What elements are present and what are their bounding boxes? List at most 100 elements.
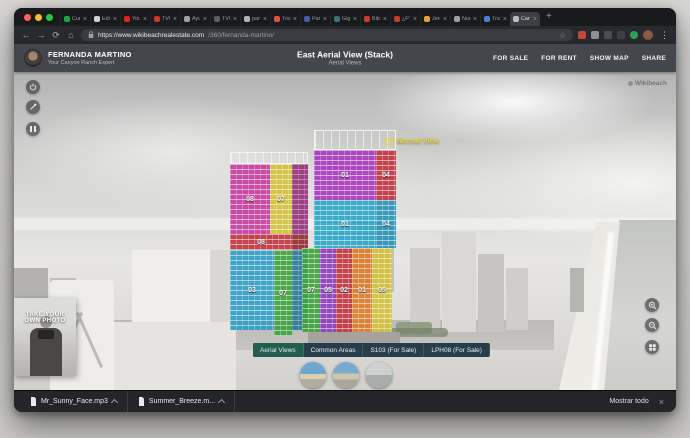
unit-stack-04-red[interactable]: 04: [376, 150, 396, 200]
unit-stack-03-blue[interactable]: 03: [230, 250, 274, 330]
unit-stack-01-purple[interactable]: 01: [314, 150, 376, 200]
power-button[interactable]: [26, 80, 40, 94]
minimize-window-button[interactable]: [35, 14, 42, 21]
download-bar-close-icon[interactable]: ×: [659, 397, 664, 407]
bookmark-star-icon[interactable]: ☆: [559, 31, 566, 40]
tab-close-icon[interactable]: ×: [83, 16, 87, 23]
stack-building-overlay[interactable]: 08 07 08 03 07 01 04 01 04 07 05 02 01 0…: [214, 122, 409, 350]
download-item-2[interactable]: Summer_Breeze.m...: [128, 391, 235, 412]
tab-nueva[interactable]: Nueva pe×: [450, 12, 480, 26]
panorama-thumbnail-3[interactable]: [366, 362, 392, 388]
unit-stripe-05[interactable]: 05: [320, 248, 336, 332]
tab-title: Jere: [432, 16, 440, 21]
tab-s103-for-sale[interactable]: S103 (For Sale): [363, 343, 424, 357]
reload-icon[interactable]: ⟳: [51, 31, 61, 40]
profile-avatar[interactable]: [643, 30, 653, 40]
tab-close-icon[interactable]: ×: [233, 16, 237, 23]
tab-close-icon[interactable]: ×: [203, 16, 207, 23]
zoom-out-button[interactable]: [645, 318, 659, 332]
tab-close-icon[interactable]: ×: [143, 16, 147, 23]
download-caret-icon[interactable]: [111, 399, 118, 406]
tab-tvo-1[interactable]: TVO×: [150, 12, 180, 26]
zoom-in-button[interactable]: [645, 298, 659, 312]
for-sale-button[interactable]: FOR SALE: [493, 55, 528, 62]
tab-close-icon[interactable]: ×: [113, 16, 117, 23]
tab-trad[interactable]: Trad×: [480, 12, 510, 26]
browser-menu-icon[interactable]: ⋮: [660, 30, 669, 41]
extension-icon-1[interactable]: [578, 31, 586, 39]
unit-stack-01-teal[interactable]: 01: [314, 200, 376, 248]
for-rent-button[interactable]: FOR RENT: [541, 55, 577, 62]
tab-close-icon[interactable]: ×: [383, 16, 387, 23]
close-window-button[interactable]: [24, 14, 31, 21]
unit-stack-08-red[interactable]: 08: [230, 234, 292, 250]
tab-jere[interactable]: Jere×: [420, 12, 450, 26]
lock-icon: [88, 31, 94, 39]
address-bar[interactable]: https://www.wikibeachrealestate.com/360/…: [81, 29, 573, 41]
tab-title: Trab: [282, 16, 290, 21]
tab-cany-active[interactable]: Cany×: [510, 12, 540, 26]
forward-icon[interactable]: →: [36, 31, 46, 40]
tab-ptc[interactable]: ¿PTC×: [390, 12, 420, 26]
extension-icon-3[interactable]: [604, 31, 612, 39]
tab-trab[interactable]: Trab×: [270, 12, 300, 26]
tab-aerial-views[interactable]: Aerial Views: [253, 343, 304, 357]
extension-icon-2[interactable]: [591, 31, 599, 39]
agent-avatar[interactable]: [24, 49, 42, 67]
show-all-downloads-button[interactable]: Mostrar todo: [609, 398, 648, 405]
download-bar: Mr_Sunny_Face.mp3 Summer_Breeze.m... Mos…: [14, 390, 676, 412]
tab-panc[interactable]: Panc×: [300, 12, 330, 26]
tab-close-icon[interactable]: ×: [323, 16, 327, 23]
unit-stack-04-teal[interactable]: 04: [376, 200, 396, 248]
grid-icon: [648, 343, 657, 352]
panorama-thumbnail-2[interactable]: [333, 362, 359, 388]
pause-button[interactable]: [26, 122, 40, 136]
tab-bibli[interactable]: Bibli×: [360, 12, 390, 26]
tab-close-icon[interactable]: ×: [413, 16, 417, 23]
panorama-viewport[interactable]: 08 07 08 03 07 01 04 01 04 07 05 02 01 0…: [14, 72, 676, 390]
tab-ayud[interactable]: Ayud×: [180, 12, 210, 26]
tab-common-areas[interactable]: Common Areas: [304, 343, 364, 357]
tab-favicon: [244, 16, 250, 22]
home-icon[interactable]: ⌂: [66, 31, 76, 40]
share-button[interactable]: SHARE: [642, 55, 666, 62]
unit-stripe-07[interactable]: 07: [302, 248, 320, 332]
show-map-button[interactable]: SHOW MAP: [590, 55, 629, 62]
tab-edito[interactable]: Edito×: [90, 12, 120, 26]
tab-pant[interactable]: pant×: [240, 12, 270, 26]
download-caret-icon[interactable]: [218, 399, 225, 406]
tab-close-icon[interactable]: ×: [503, 16, 507, 23]
tab-close-icon[interactable]: ×: [473, 16, 477, 23]
tab-close-icon[interactable]: ×: [443, 16, 447, 23]
tab-close-icon[interactable]: ×: [293, 16, 297, 23]
tab-close-icon[interactable]: ×: [353, 16, 357, 23]
extension-icon-5[interactable]: [630, 31, 638, 39]
tab-close-icon[interactable]: ×: [173, 16, 177, 23]
zoom-window-button[interactable]: [46, 14, 53, 21]
url-host: https://www.wikibeachrealestate.com: [98, 32, 204, 39]
tab-giga[interactable]: Giga×: [330, 12, 360, 26]
download-item-1[interactable]: Mr_Sunny_Face.mp3: [20, 391, 128, 412]
tab-title: Bibli: [372, 16, 380, 21]
unit-stack-08-pink[interactable]: 08: [230, 164, 270, 234]
view-grid-button[interactable]: [645, 340, 659, 354]
unit-stripe-05b[interactable]: 05: [372, 248, 392, 332]
extension-icon-4[interactable]: [617, 31, 625, 39]
unit-label: 07: [277, 196, 285, 203]
unit-stack-07-yellow[interactable]: 07: [270, 164, 292, 234]
back-icon[interactable]: ←: [21, 31, 31, 40]
take-photo-card[interactable]: TAKE YOUR OWN PHOTO: [14, 298, 76, 376]
unit-stripe-01[interactable]: 01: [352, 248, 372, 332]
unit-stack-07-green[interactable]: 07: [274, 250, 292, 336]
tab-close-icon[interactable]: ×: [263, 16, 267, 23]
unit-stripe-02[interactable]: 02: [336, 248, 352, 332]
panorama-thumbnail-1[interactable]: [300, 362, 326, 388]
tools-button[interactable]: [26, 100, 40, 114]
new-tab-button[interactable]: +: [546, 12, 552, 22]
tab-lph08-for-sale[interactable]: LPH08 (For Sale): [424, 343, 490, 357]
tab-tvo-2[interactable]: TVO×: [210, 12, 240, 26]
tab-youtube[interactable]: YouT×: [120, 12, 150, 26]
tab-close-icon[interactable]: ×: [533, 16, 537, 23]
normal-view-hotspot[interactable]: Normal View: [385, 138, 439, 145]
tab-curs[interactable]: Curs×: [60, 12, 90, 26]
